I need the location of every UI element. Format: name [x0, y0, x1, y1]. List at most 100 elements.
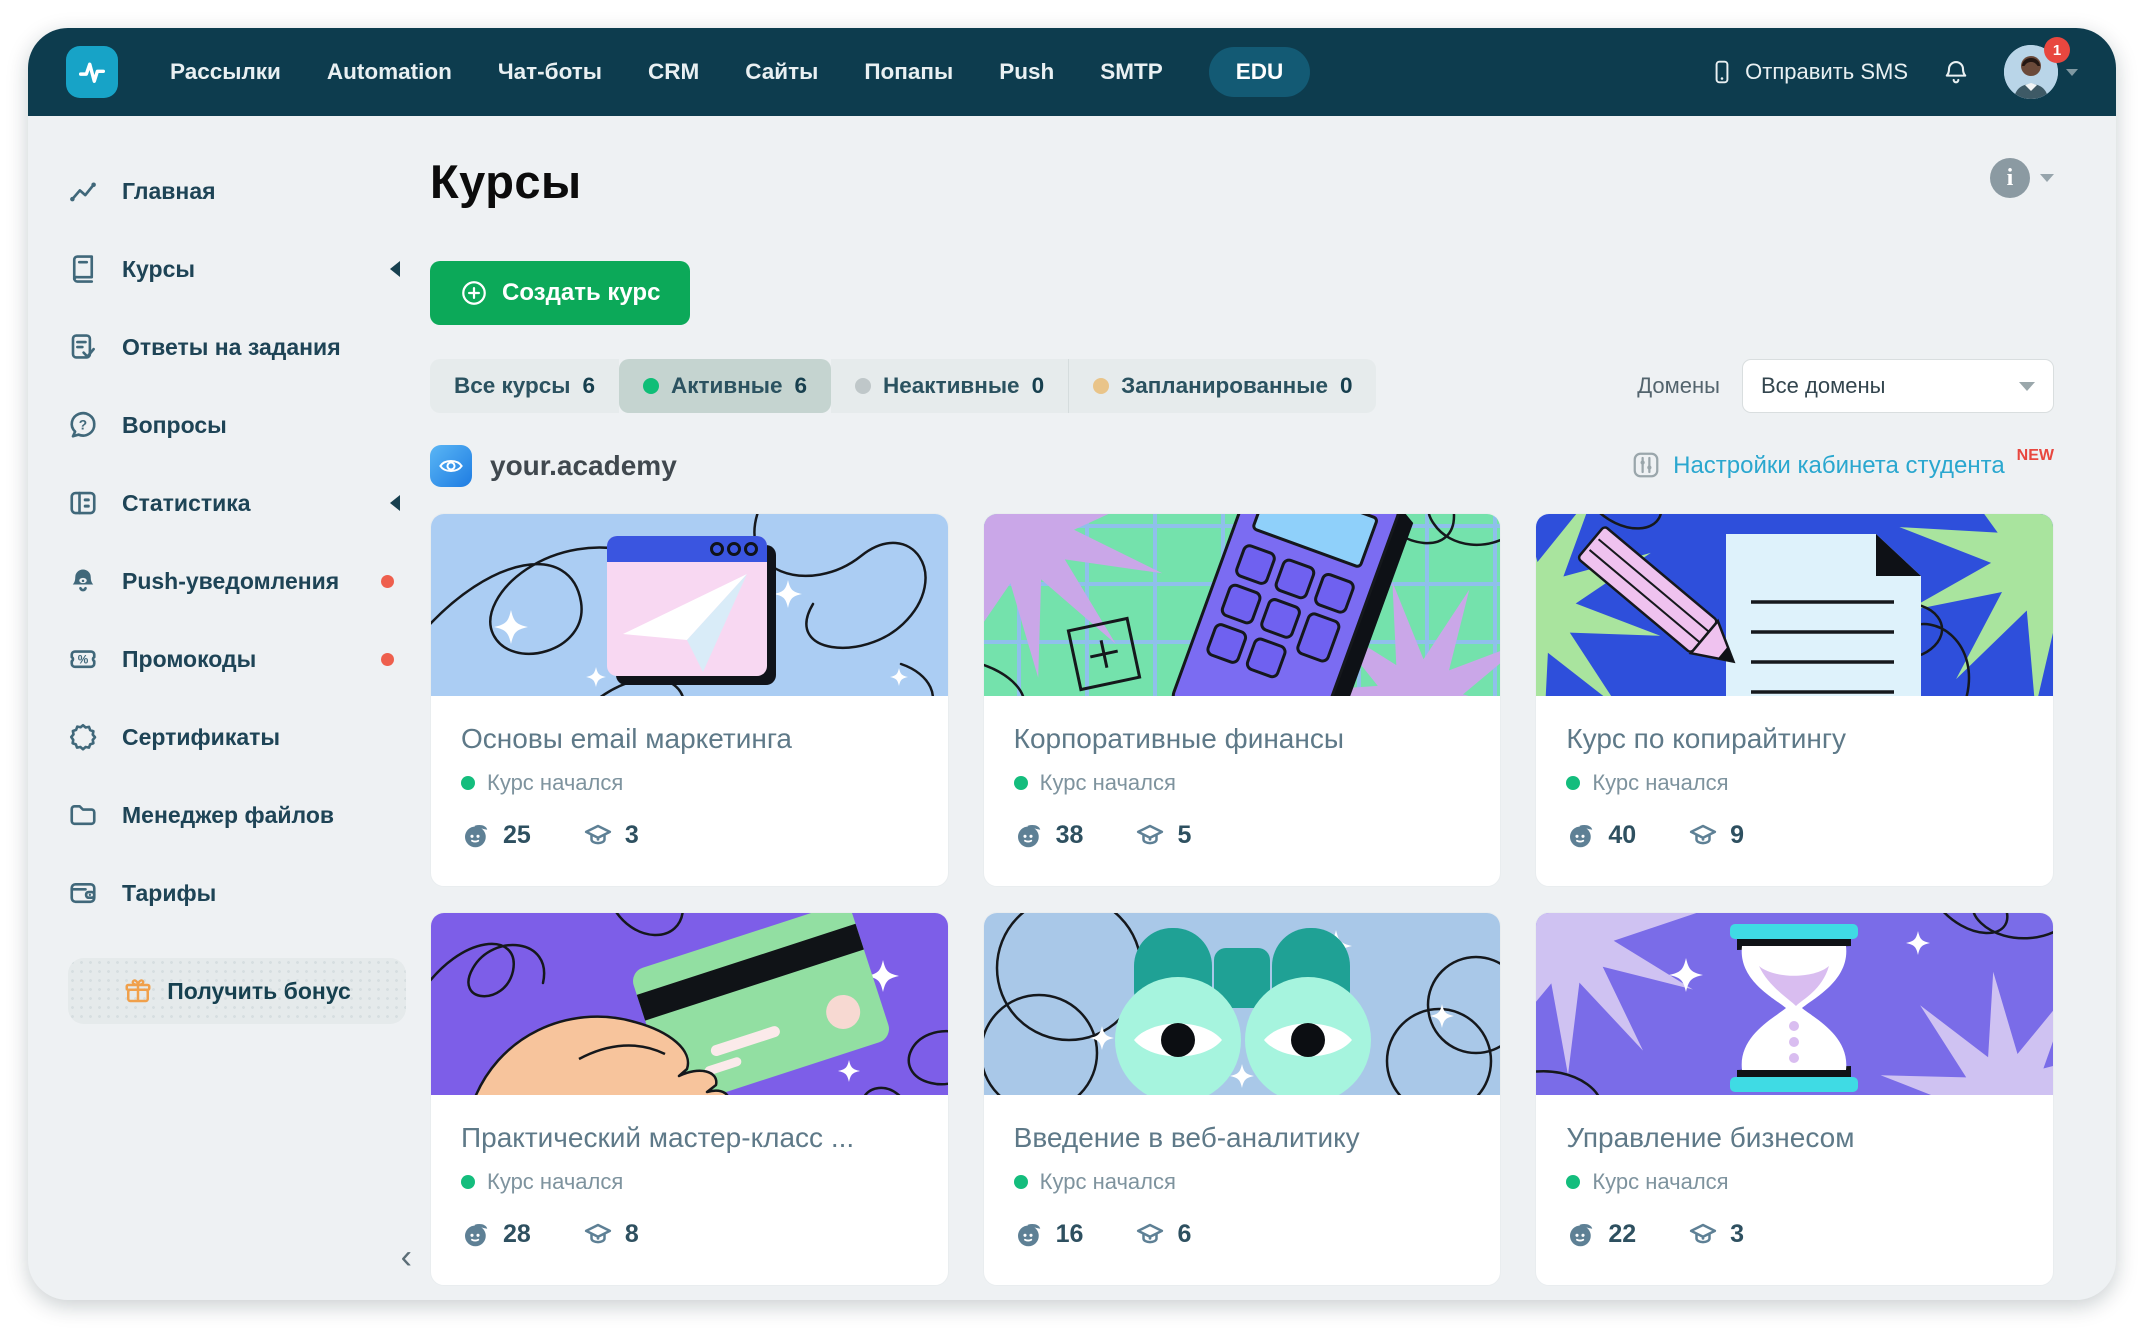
course-status-label: Курс начался	[1592, 770, 1728, 796]
sidebar-item-label: Промокоды	[122, 646, 256, 673]
filter-count: 6	[582, 373, 595, 399]
course-card[interactable]: Основы email маркетинга Курс начался 25 …	[430, 513, 949, 887]
get-bonus-label: Получить бонус	[167, 978, 351, 1005]
filter-label: Запланированные	[1121, 373, 1328, 399]
course-card[interactable]: Введение в веб-аналитику Курс начался 16…	[983, 912, 1502, 1286]
course-card[interactable]: Управление бизнесом Курс начался 22 3	[1535, 912, 2054, 1286]
filter-tab-scheduled[interactable]: Запланированные0	[1068, 359, 1376, 413]
account-menu[interactable]: 1	[2004, 45, 2078, 99]
sliders-icon	[1631, 450, 1661, 480]
chevron-down-icon	[2040, 174, 2054, 182]
graduate-icon	[1135, 1219, 1165, 1249]
course-info: Практический мастер-класс ... Курс начал…	[431, 1095, 948, 1285]
sidebar-item-label: Тарифы	[122, 880, 216, 907]
domains-select[interactable]: Все домены	[1742, 359, 2054, 413]
course-cover-binoculars	[984, 913, 1501, 1095]
settings-link-label: Настройки кабинета студента	[1673, 450, 2005, 482]
graduate-icon	[583, 820, 613, 850]
nav-item-рассылки[interactable]: Рассылки	[170, 59, 281, 85]
graduates-count: 5	[1135, 820, 1191, 850]
sidebar-item-label: Push-уведомления	[122, 568, 339, 595]
student-icon	[1014, 820, 1044, 850]
sidebar-item-label: Курсы	[122, 256, 195, 283]
filter-tab-inactive[interactable]: Неактивные0	[831, 359, 1068, 413]
course-card[interactable]: Курс по копирайтингу Курс начался 40 9	[1535, 513, 2054, 887]
status-dot	[643, 378, 659, 394]
sidebar-item-trend[interactable]: Главная	[68, 152, 430, 230]
student-icon	[1566, 820, 1596, 850]
course-info: Основы email маркетинга Курс начался 25 …	[431, 696, 948, 886]
course-status-dot	[461, 776, 475, 790]
plus-circle-icon	[460, 279, 488, 307]
domains-selected-value: Все домены	[1761, 373, 1885, 399]
course-title: Корпоративные финансы	[1014, 722, 1471, 756]
chevron-left-icon	[390, 495, 400, 511]
student-cabinet-settings-link[interactable]: Настройки кабинета студента NEW	[1631, 450, 2054, 482]
course-card[interactable]: Корпоративные финансы Курс начался 38 5	[983, 513, 1502, 887]
info-menu-button[interactable]: i	[1990, 158, 2054, 198]
sidebar-item-wallet[interactable]: Тарифы	[68, 854, 430, 932]
info-icon: i	[1990, 158, 2030, 198]
sidebar-item-book[interactable]: Курсы	[68, 230, 430, 308]
sidebar-item-folder[interactable]: Менеджер файлов	[68, 776, 430, 854]
students-count: 38	[1014, 820, 1084, 850]
course-cover-calculator	[984, 514, 1501, 696]
book-icon	[68, 254, 98, 284]
course-title: Практический мастер-класс ...	[461, 1121, 918, 1155]
course-title: Введение в веб-аналитику	[1014, 1121, 1471, 1155]
sidebar: Главная Курсы Ответы на задания ?ВопросыСта…	[28, 116, 430, 1300]
phone-icon	[1709, 59, 1735, 85]
status-dot	[855, 378, 871, 394]
svg-text:%: %	[78, 653, 89, 667]
course-cover-hourglass	[1536, 913, 2053, 1095]
create-course-button[interactable]: Создать курс	[430, 261, 690, 325]
nav-item-сайты[interactable]: Сайты	[745, 59, 818, 85]
sidebar-item-label: Ответы на задания	[122, 334, 341, 361]
filter-tab-all[interactable]: Все курсы 6	[430, 359, 619, 413]
pulse-icon	[75, 55, 109, 89]
course-filters: Все курсы6Активные6Неактивные0Запланиров…	[430, 359, 1376, 413]
send-sms-label: Отправить SMS	[1745, 59, 1908, 85]
nav-item-automation[interactable]: Automation	[327, 59, 452, 85]
sidebar-items: Главная Курсы Ответы на задания ?ВопросыСта…	[68, 152, 430, 932]
new-badge: NEW	[2017, 448, 2054, 464]
sidebar-item-task[interactable]: Ответы на задания	[68, 308, 430, 386]
nav-item-crm[interactable]: CRM	[648, 59, 699, 85]
main-menu: Рассылки Automation Чат-боты CRM Сайты Попапы…	[170, 47, 1310, 97]
graduate-icon	[583, 1219, 613, 1249]
sidebar-item-stats[interactable]: Статистика	[68, 464, 430, 542]
course-status-dot	[1014, 776, 1028, 790]
sidebar-collapse-chevron[interactable]: ‹	[401, 1240, 412, 1274]
sendpulse-logo[interactable]	[66, 46, 118, 98]
sidebar-item-question[interactable]: ?Вопросы	[68, 386, 430, 464]
nav-item-попапы[interactable]: Попапы	[864, 59, 953, 85]
students-count: 25	[461, 820, 531, 850]
sidebar-item-promo[interactable]: % Промокоды	[68, 620, 430, 698]
course-card[interactable]: Практический мастер-класс ... Курс начал…	[430, 912, 949, 1286]
sidebar-item-certificate[interactable]: Сертификаты	[68, 698, 430, 776]
course-status-dot	[1566, 776, 1580, 790]
course-status-dot	[1566, 1175, 1580, 1189]
question-icon: ?	[68, 410, 98, 440]
graduates-count: 9	[1688, 820, 1744, 850]
filter-label: Все курсы	[454, 373, 570, 399]
graduates-count: 3	[583, 820, 639, 850]
nav-item-push[interactable]: Push	[999, 59, 1054, 85]
chevron-down-icon	[2019, 382, 2035, 391]
sidebar-item-bell[interactable]: Push-уведомления	[68, 542, 430, 620]
course-title: Основы email маркетинга	[461, 722, 918, 756]
sidebar-item-label: Главная	[122, 178, 216, 205]
nav-item-чат-боты[interactable]: Чат-боты	[498, 59, 602, 85]
send-sms-button[interactable]: Отправить SMS	[1709, 59, 1908, 85]
filter-tab-active[interactable]: Активные6	[619, 359, 831, 413]
eye-icon	[438, 453, 464, 479]
courses-grid: Основы email маркетинга Курс начался 25 …	[430, 513, 2054, 1286]
nav-item-edu[interactable]: EDU	[1209, 47, 1311, 97]
gift-icon	[123, 976, 153, 1006]
course-cover-plane	[431, 514, 948, 696]
nav-item-smtp[interactable]: SMTP	[1100, 59, 1163, 85]
course-cover-creditcard	[431, 913, 948, 1095]
get-bonus-button[interactable]: Получить бонус	[68, 958, 406, 1024]
notifications-bell-button[interactable]	[1942, 58, 1970, 86]
page-title: Курсы	[430, 154, 582, 209]
